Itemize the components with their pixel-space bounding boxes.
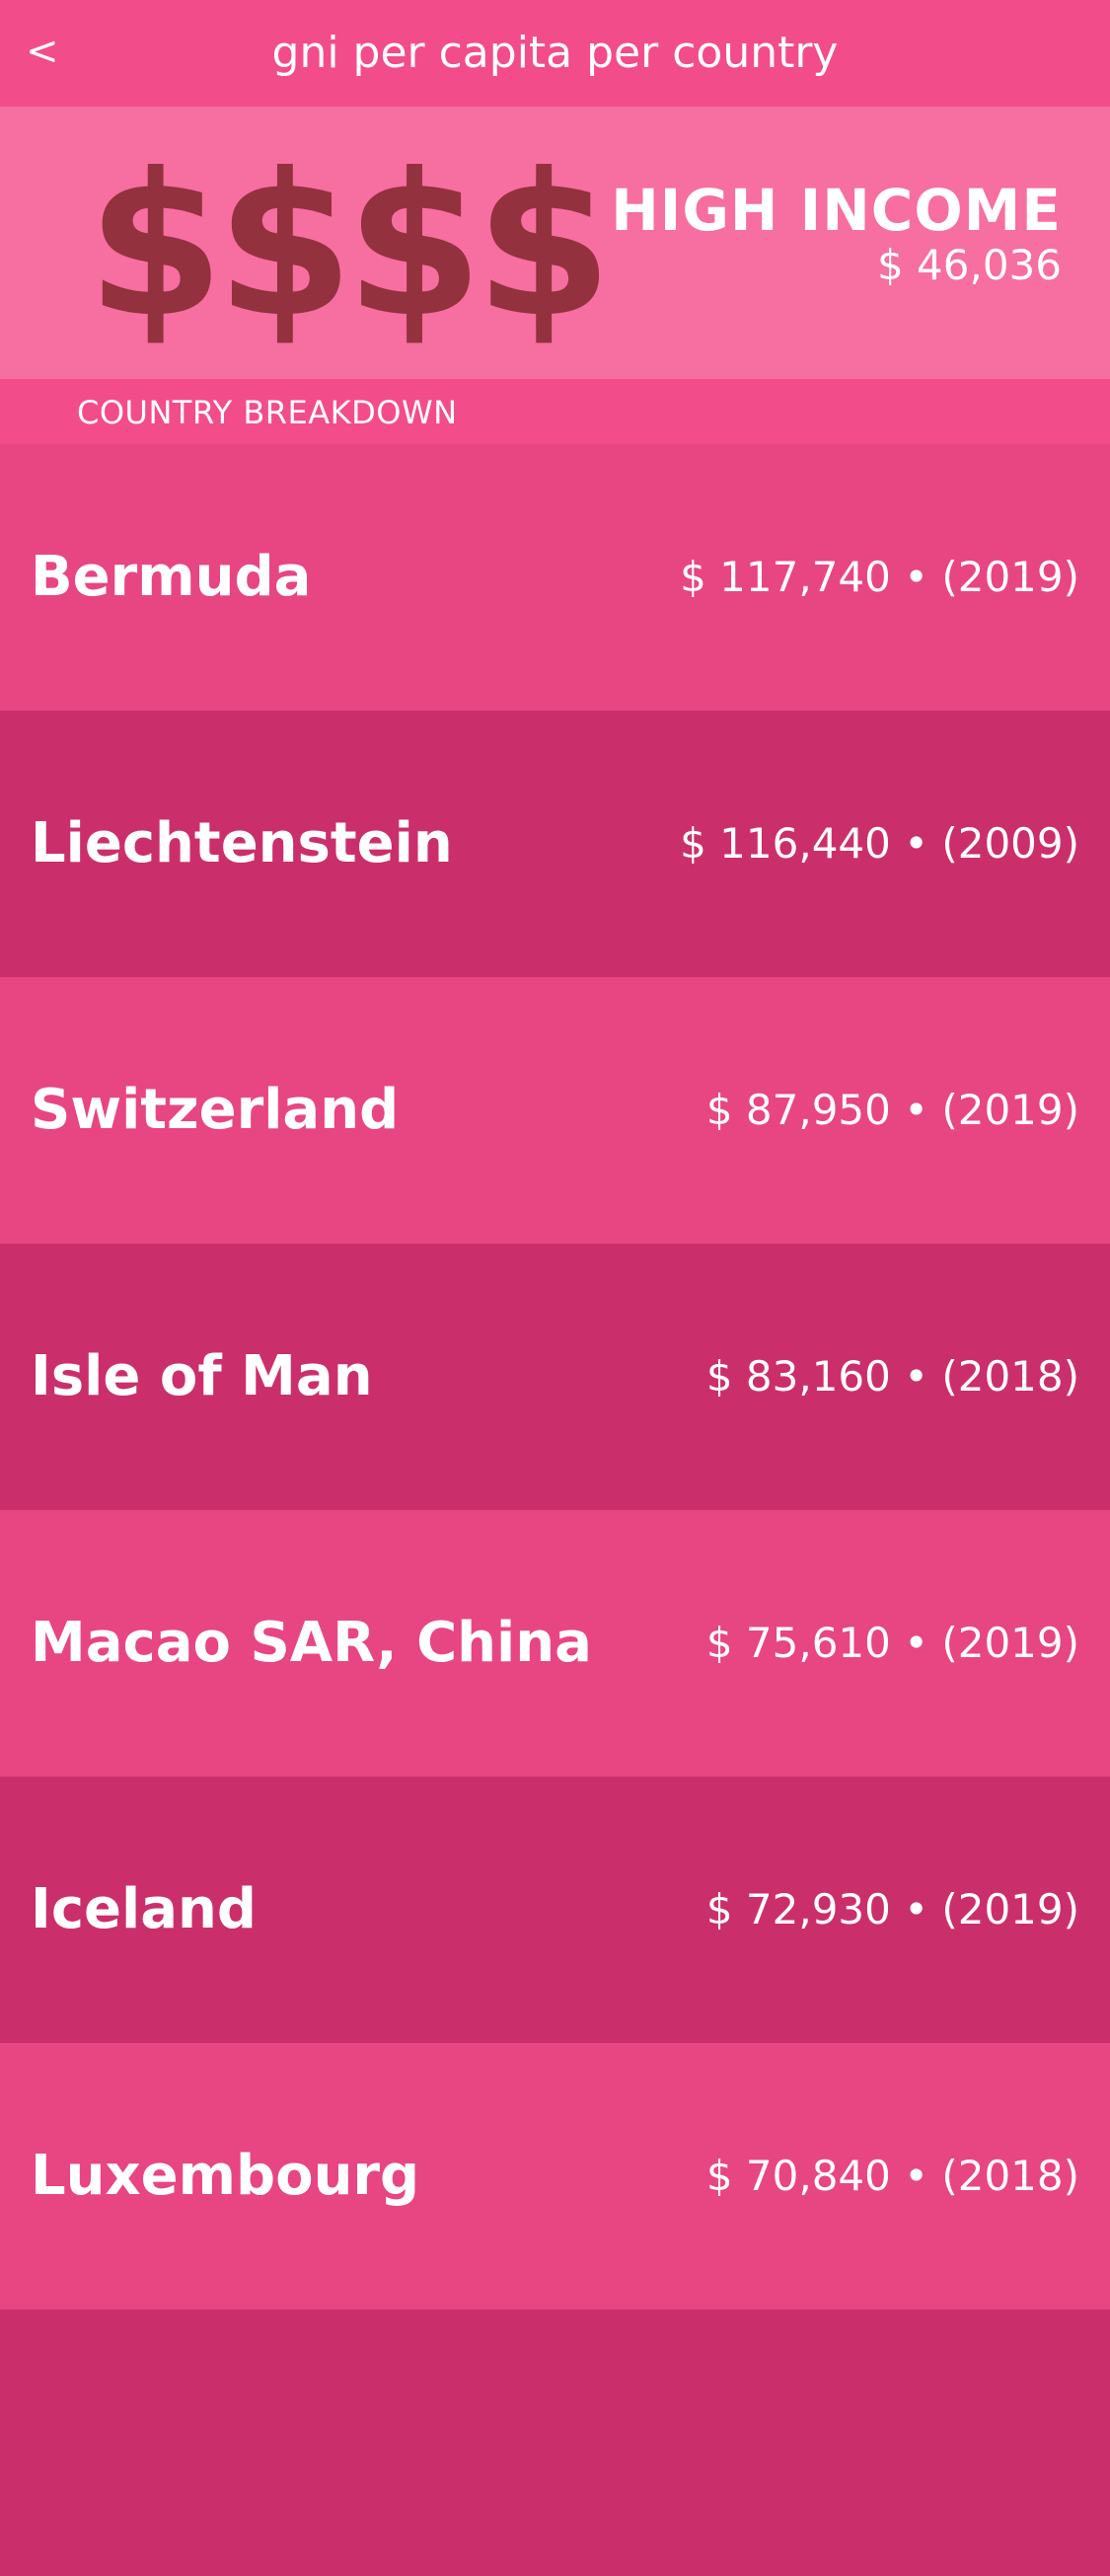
country-row[interactable]: Isle of Man $ 83,160 • (2018) xyxy=(0,1244,1110,1510)
income-tier-header: $$$$ HIGH INCOME $ 46,036 xyxy=(0,107,1110,379)
country-name: Switzerland xyxy=(31,1078,400,1142)
country-gni-value: $ 116,440 • (2009) xyxy=(680,819,1079,868)
country-name: Bermuda xyxy=(31,545,312,609)
country-row[interactable]: Luxembourg $ 70,840 • (2018) xyxy=(0,2043,1110,2310)
section-label: COUNTRY BREAKDOWN xyxy=(77,394,458,431)
country-name: Liechtenstein xyxy=(31,811,453,875)
country-gni-value: $ 83,160 • (2018) xyxy=(705,1352,1079,1401)
page-title: gni per capita per country xyxy=(271,28,839,78)
dollar-signs-icon: $$$$ xyxy=(87,131,613,361)
country-row[interactable]: Switzerland $ 87,950 • (2019) xyxy=(0,977,1110,1244)
section-header: COUNTRY BREAKDOWN xyxy=(0,379,1110,444)
country-gni-value: $ 117,740 • (2019) xyxy=(680,553,1079,601)
country-name: Iceland xyxy=(31,1877,257,1941)
income-tier-title: HIGH INCOME xyxy=(611,177,1062,244)
country-row[interactable]: Macao SAR, China $ 75,610 • (2019) xyxy=(0,1510,1110,1777)
country-row[interactable]: Liechtenstein $ 116,440 • (2009) xyxy=(0,711,1110,977)
country-row[interactable]: Iceland $ 72,930 • (2019) xyxy=(0,1777,1110,2043)
country-list: Bermuda $ 117,740 • (2019) Liechtenstein… xyxy=(0,444,1110,2576)
country-row-partial[interactable] xyxy=(0,2310,1110,2576)
country-gni-value: $ 70,840 • (2018) xyxy=(705,2152,1079,2200)
income-tier-value: $ 46,036 xyxy=(876,241,1062,289)
nav-bar: < gni per capita per country xyxy=(0,0,1110,107)
country-gni-value: $ 72,930 • (2019) xyxy=(705,1885,1079,1933)
country-row[interactable]: Bermuda $ 117,740 • (2019) xyxy=(0,444,1110,711)
country-name: Macao SAR, China xyxy=(31,1611,592,1675)
country-name: Luxembourg xyxy=(31,2144,420,2208)
country-gni-value: $ 87,950 • (2019) xyxy=(705,1086,1079,1134)
country-name: Isle of Man xyxy=(31,1344,373,1408)
country-gni-value: $ 75,610 • (2019) xyxy=(705,1619,1079,1667)
